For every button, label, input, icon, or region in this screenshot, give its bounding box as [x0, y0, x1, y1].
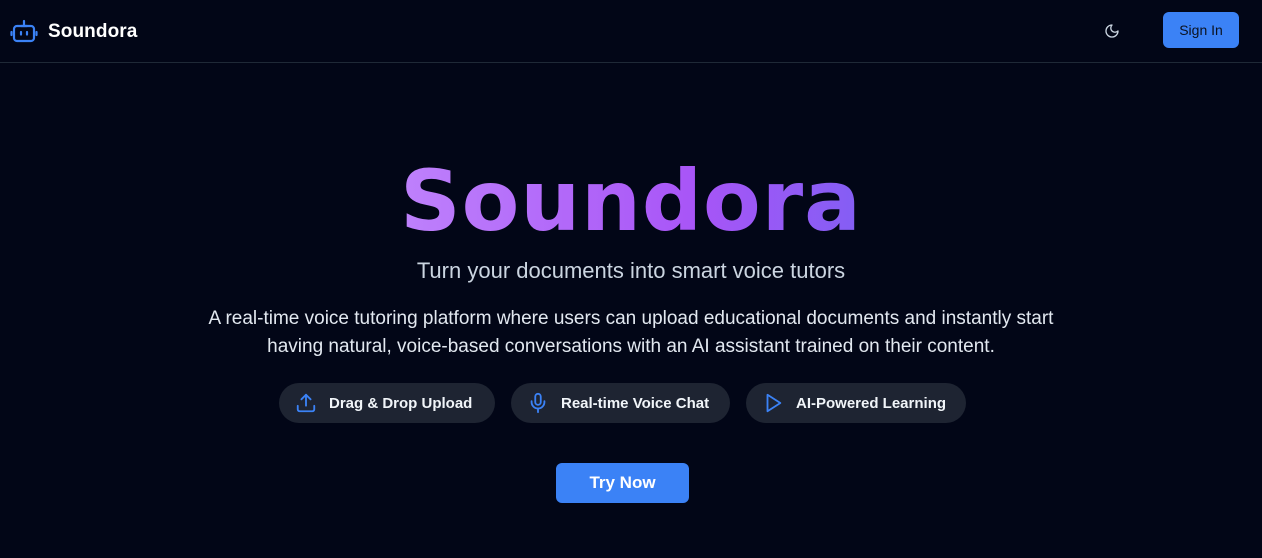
feature-label: AI-Powered Learning: [796, 394, 947, 412]
hero-title: Soundora: [0, 146, 1262, 256]
theme-toggle-button[interactable]: [1101, 20, 1123, 42]
feature-pill-ai: AI-Powered Learning: [746, 383, 966, 423]
hero-subtitle: Turn your documents into smart voice tut…: [416, 258, 846, 283]
top-navbar: Soundora Sign In: [0, 0, 1262, 63]
robot-icon: [10, 19, 38, 43]
feature-label: Drag & Drop Upload: [329, 394, 473, 412]
feature-label: Real-time Voice Chat: [561, 394, 710, 412]
feature-pill-upload: Drag & Drop Upload: [279, 383, 495, 423]
hero-description: A real-time voice tutoring platform wher…: [208, 308, 1054, 357]
microphone-icon: [530, 392, 546, 414]
brand-name: Soundora: [48, 21, 138, 42]
play-icon: [766, 393, 782, 413]
feature-list: Drag & Drop Upload Real-time Voice Chat …: [0, 383, 1262, 423]
upload-icon: [296, 393, 316, 413]
moon-icon: [1105, 24, 1119, 38]
feature-pill-voice: Real-time Voice Chat: [511, 383, 730, 423]
brand-logo[interactable]: Soundora: [10, 18, 137, 46]
sign-in-button[interactable]: Sign In: [1163, 12, 1239, 48]
try-now-button[interactable]: Try Now: [556, 463, 689, 503]
